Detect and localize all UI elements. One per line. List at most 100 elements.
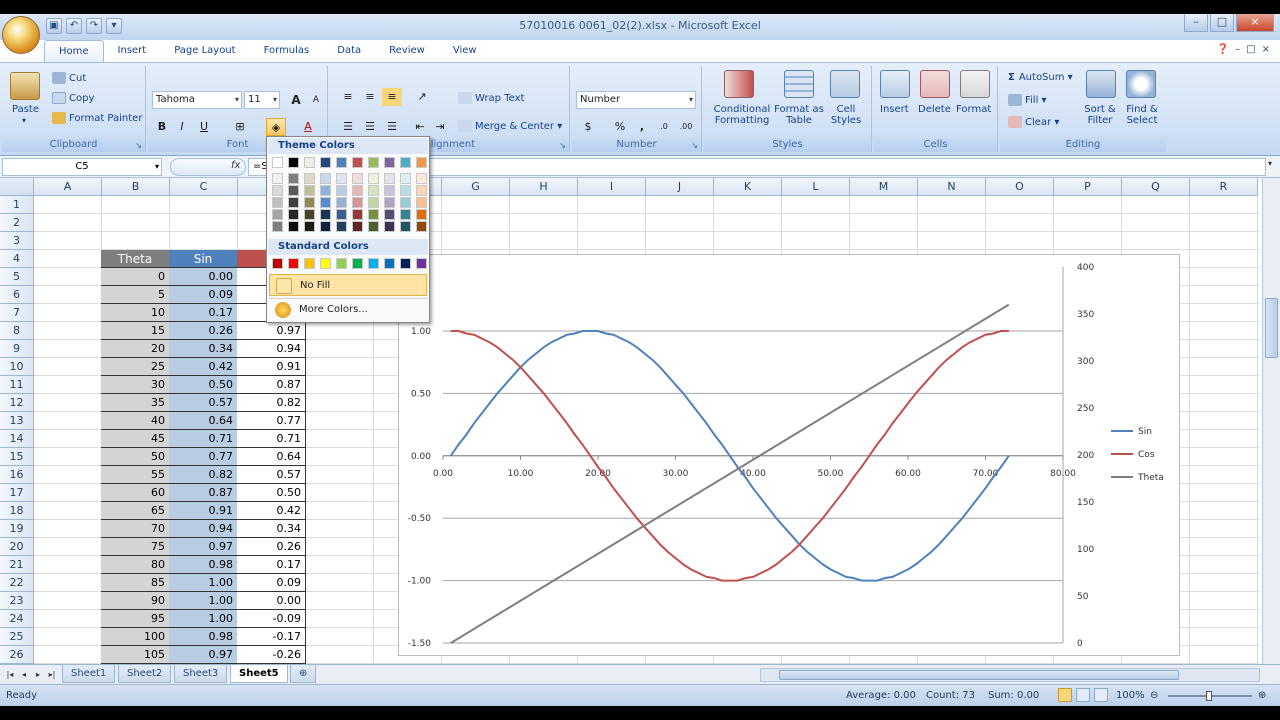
theta-cell[interactable]: 40 [101, 412, 170, 430]
theme-shade-swatch[interactable] [272, 209, 283, 220]
tab-data[interactable]: Data [323, 40, 375, 62]
theme-shade-swatch[interactable] [336, 173, 347, 184]
theme-shade-swatch[interactable] [352, 221, 363, 232]
theme-shade-swatch[interactable] [304, 197, 315, 208]
number-launcher-icon[interactable]: ↘ [691, 141, 698, 150]
horizontal-scroll-thumb[interactable] [779, 670, 1179, 680]
find-select-button[interactable]: Find & Select [1120, 104, 1164, 126]
theme-shade-swatch[interactable] [368, 209, 379, 220]
accounting-format-icon[interactable]: $ [578, 118, 598, 136]
theme-shade-swatch[interactable] [320, 173, 331, 184]
theme-shade-swatch[interactable] [368, 221, 379, 232]
workbook-close-icon[interactable]: × [1262, 44, 1270, 55]
theme-color-swatch[interactable] [352, 157, 363, 168]
cos-cell[interactable]: -0.17 [237, 628, 306, 646]
zoom-out-icon[interactable]: ⊖ [1150, 690, 1158, 701]
cos-cell[interactable]: 0.57 [237, 466, 306, 484]
tab-home[interactable]: Home [44, 40, 104, 62]
theta-cell[interactable]: 5 [101, 286, 170, 304]
theme-shade-swatch[interactable] [384, 173, 395, 184]
conditional-formatting-button[interactable]: Conditional Formatting [708, 104, 776, 126]
cos-cell[interactable]: 0.09 [237, 574, 306, 592]
theme-shade-swatch[interactable] [272, 197, 283, 208]
paste-dropdown-icon[interactable]: ▾ [22, 116, 26, 125]
font-color-button[interactable]: A [298, 118, 318, 136]
row-header-19[interactable]: 19 [0, 520, 34, 538]
merge-center-button[interactable]: Merge & Center ▾ [458, 120, 562, 132]
select-all-corner[interactable] [0, 178, 34, 196]
theme-shade-swatch[interactable] [336, 197, 347, 208]
number-format-combo[interactable]: Number ▾ [576, 91, 696, 109]
theme-shade-swatch[interactable] [368, 185, 379, 196]
sheet-tab-sheet2[interactable]: Sheet2 [118, 665, 172, 683]
align-right-icon[interactable]: ☰ [382, 118, 402, 136]
row-header-16[interactable]: 16 [0, 466, 34, 484]
normal-view-icon[interactable] [1058, 688, 1072, 702]
theme-shade-swatch[interactable] [272, 173, 283, 184]
cell-styles-button[interactable]: Cell Styles [826, 104, 866, 126]
theme-shade-swatch[interactable] [416, 185, 427, 196]
row-header-18[interactable]: 18 [0, 502, 34, 520]
cos-cell[interactable]: 0.42 [237, 502, 306, 520]
close-button[interactable]: × [1236, 14, 1274, 32]
tab-page-layout[interactable]: Page Layout [160, 40, 249, 62]
theta-cell[interactable]: 100 [101, 628, 170, 646]
borders-icon[interactable]: ⊞ [230, 118, 250, 136]
theta-cell[interactable]: 80 [101, 556, 170, 574]
align-left-icon[interactable]: ☰ [338, 118, 358, 136]
row-header-8[interactable]: 8 [0, 322, 34, 340]
name-box[interactable]: C5 ▾ [2, 158, 162, 176]
theta-cell[interactable]: 20 [101, 340, 170, 358]
column-header-i[interactable]: I [578, 178, 646, 196]
standard-color-swatch[interactable] [336, 258, 347, 269]
clear-button[interactable]: Clear ▾ [1008, 116, 1059, 128]
theta-cell[interactable]: 35 [101, 394, 170, 412]
theta-cell[interactable]: 55 [101, 466, 170, 484]
row-header-13[interactable]: 13 [0, 412, 34, 430]
chevron-down-icon[interactable]: ▾ [155, 159, 159, 175]
column-header-r[interactable]: R [1190, 178, 1258, 196]
theme-shade-swatch[interactable] [336, 221, 347, 232]
row-header-5[interactable]: 5 [0, 268, 34, 286]
row-header-26[interactable]: 26 [0, 646, 34, 664]
tab-formulas[interactable]: Formulas [250, 40, 324, 62]
percent-style-button[interactable]: % [610, 118, 630, 136]
theme-color-swatch[interactable] [400, 157, 411, 168]
paste-button[interactable]: Paste [12, 104, 39, 115]
row-header-12[interactable]: 12 [0, 394, 34, 412]
theme-shade-swatch[interactable] [416, 173, 427, 184]
column-header-h[interactable]: H [510, 178, 578, 196]
column-header-a[interactable]: A [34, 178, 102, 196]
row-header-24[interactable]: 24 [0, 610, 34, 628]
theme-shade-swatch[interactable] [272, 185, 283, 196]
row-header-1[interactable]: 1 [0, 196, 34, 214]
standard-color-swatch[interactable] [400, 258, 411, 269]
decrease-decimal-icon[interactable]: .00 [676, 118, 696, 136]
row-header-14[interactable]: 14 [0, 430, 34, 448]
fill-color-button[interactable]: ◈ [266, 118, 286, 136]
theme-shade-swatch[interactable] [400, 221, 411, 232]
cos-cell[interactable]: 0.97 [237, 322, 306, 340]
workbook-restore-icon[interactable]: □ [1246, 44, 1255, 55]
row-header-17[interactable]: 17 [0, 484, 34, 502]
row-header-10[interactable]: 10 [0, 358, 34, 376]
theme-shade-swatch[interactable] [352, 197, 363, 208]
increase-decimal-icon[interactable]: .0 [654, 118, 674, 136]
column-header-b[interactable]: B [102, 178, 170, 196]
cos-cell[interactable]: 0.82 [237, 394, 306, 412]
cos-cell[interactable]: 0.17 [237, 556, 306, 574]
row-header-21[interactable]: 21 [0, 556, 34, 574]
column-header-p[interactable]: P [1054, 178, 1122, 196]
theta-cell[interactable]: 25 [101, 358, 170, 376]
theme-shade-swatch[interactable] [400, 185, 411, 196]
workbook-minimize-icon[interactable]: – [1235, 44, 1240, 55]
orientation-icon[interactable]: ↗ [412, 88, 432, 106]
theme-shade-swatch[interactable] [288, 173, 299, 184]
theme-shade-swatch[interactable] [416, 221, 427, 232]
theme-color-swatch[interactable] [288, 157, 299, 168]
sin-cell[interactable]: 0.97 [169, 646, 238, 664]
cut-button[interactable]: Cut [52, 72, 86, 84]
decrease-indent-icon[interactable]: ⇤ [410, 118, 430, 136]
theme-shade-swatch[interactable] [272, 221, 283, 232]
delete-cells-button[interactable]: Delete [918, 104, 951, 115]
